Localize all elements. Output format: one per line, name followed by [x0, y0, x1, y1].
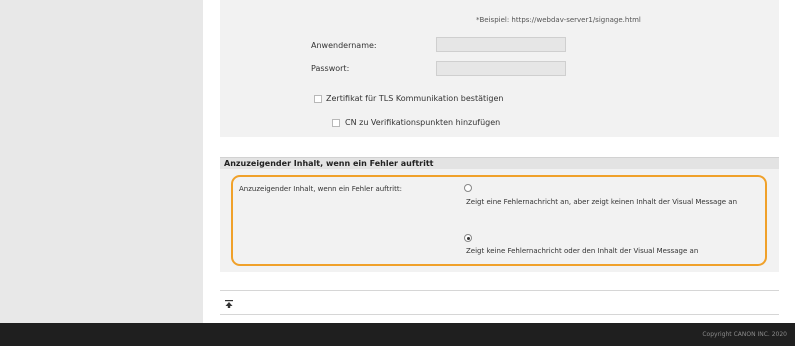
cn-checkbox[interactable]	[332, 119, 340, 127]
username-label: Anwendername:	[311, 41, 377, 50]
username-field[interactable]	[436, 37, 566, 52]
bottom-divider	[220, 314, 779, 315]
option-hide-error-radio[interactable]	[464, 234, 472, 242]
cn-label: CN zu Verifikationspunkten hinzufügen	[345, 118, 501, 127]
back-to-top-icon[interactable]	[225, 300, 233, 308]
main-content: *Beispiel: https://webdav-server1/signag…	[203, 0, 795, 323]
option-show-error-radio[interactable]	[464, 184, 472, 192]
tls-verify-checkbox[interactable]	[314, 95, 322, 103]
section-title: Anzuzeigender Inhalt, wenn ein Fehler au…	[224, 159, 434, 168]
left-panel	[0, 0, 203, 323]
webdav-settings-form: *Beispiel: https://webdav-server1/signag…	[220, 0, 779, 137]
highlighted-setting: Anzuzeigender Inhalt, wenn ein Fehler au…	[231, 175, 767, 266]
tls-verify-label: Zertifikat für TLS Kommunikation bestäti…	[326, 94, 504, 103]
error-display-section: Anzuzeigender Inhalt, wenn ein Fehler au…	[220, 157, 779, 272]
error-content-label: Anzuzeigender Inhalt, wenn ein Fehler au…	[239, 185, 402, 193]
divider	[220, 290, 779, 291]
option-show-error-label: Zeigt eine Fehlernachricht an, aber zeig…	[466, 198, 738, 206]
password-field[interactable]	[436, 61, 566, 76]
copyright-text: Copyright CANON INC. 2020	[702, 331, 787, 338]
footer: Copyright CANON INC. 2020	[0, 323, 795, 346]
password-label: Passwort:	[311, 64, 350, 73]
example-hint: *Beispiel: https://webdav-server1/signag…	[476, 16, 641, 24]
section-header: Anzuzeigender Inhalt, wenn ein Fehler au…	[220, 157, 779, 169]
option-hide-error-label: Zeigt keine Fehlernachricht oder den Inh…	[466, 247, 699, 255]
